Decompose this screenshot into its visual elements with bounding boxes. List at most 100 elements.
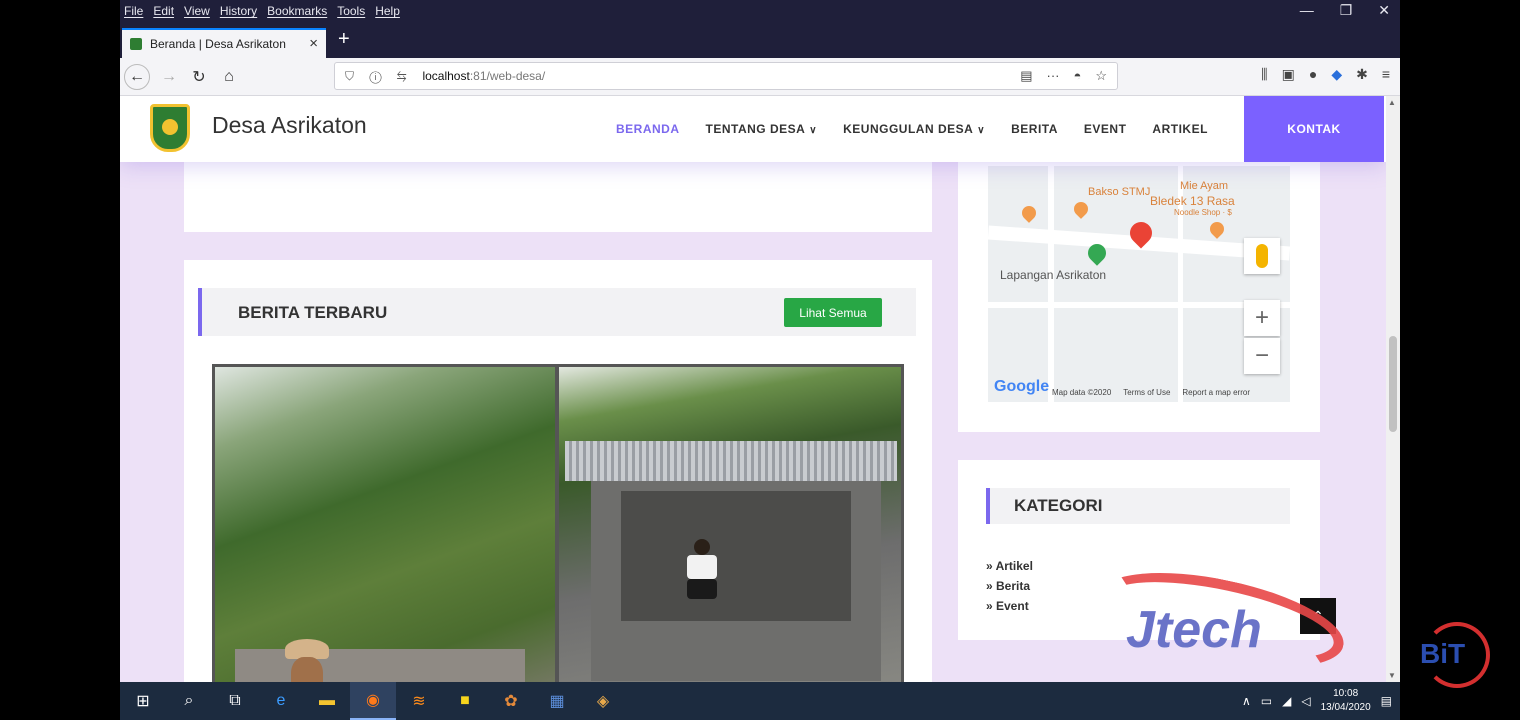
menu-file[interactable]: File <box>124 4 143 18</box>
toolbar-right: ⫼ ▣ ● ◆ ✱ ≡ <box>1261 66 1390 83</box>
village-logo[interactable] <box>150 104 190 152</box>
menu-help[interactable]: Help <box>375 4 400 18</box>
windows-start-icon[interactable]: ⊞ <box>120 682 166 720</box>
nav-keunggulan-desa[interactable]: KEUNGGULAN DESA ∨ <box>843 122 985 136</box>
battery-icon[interactable]: ▭ <box>1261 694 1272 708</box>
map-footer: Map data ©2020 Terms of Use Report a map… <box>1052 388 1250 397</box>
scroll-up-icon[interactable]: ▲ <box>1388 98 1396 107</box>
nav-berita[interactable]: BERITA <box>1011 122 1058 136</box>
file-explorer-icon[interactable]: ▬ <box>304 682 350 720</box>
sidebar-icon[interactable]: ▣ <box>1282 66 1295 83</box>
category-item-event[interactable]: » Event <box>986 596 1033 616</box>
reload-icon[interactable]: ↻ <box>186 64 212 90</box>
google-logo[interactable]: Google <box>994 378 1049 396</box>
chevron-down-icon: ∨ <box>977 125 986 136</box>
back-icon[interactable]: ← <box>124 64 150 90</box>
edge-icon[interactable]: e <box>258 682 304 720</box>
page-scrollbar[interactable]: ▲ ▼ <box>1386 96 1400 682</box>
scroll-down-icon[interactable]: ▼ <box>1388 671 1396 680</box>
tray-expand-icon[interactable]: ∧ <box>1242 694 1251 708</box>
taskbar: ⊞ ⌕ ⧉ e ▬ ◉ ≋ ■ ✿ ▦ ◈ ∧ ▭ ◢ ◁ 10:08 13/0… <box>120 682 1400 720</box>
nav-beranda[interactable]: BERANDA <box>616 122 680 136</box>
word-icon[interactable]: ▦ <box>534 682 580 720</box>
menu-bar: File Edit View History Bookmarks Tools H… <box>120 0 1400 22</box>
pegman-icon[interactable] <box>1244 238 1280 274</box>
photo-face <box>291 657 323 682</box>
terms-of-use-link[interactable]: Terms of Use <box>1123 388 1170 397</box>
restaurant-pin-icon[interactable] <box>1019 203 1039 223</box>
page-viewport: Desa Asrikaton BERANDA TENTANG DESA ∨ KEU… <box>120 96 1386 682</box>
volume-icon[interactable]: ◁ <box>1301 694 1310 708</box>
see-all-button[interactable]: Lihat Semua <box>784 298 882 327</box>
tab-close-icon[interactable]: × <box>309 35 318 52</box>
extension-icon[interactable]: ◆ <box>1331 66 1342 83</box>
nav-artikel[interactable]: ARTIKEL <box>1152 122 1208 136</box>
search-icon[interactable]: ⌕ <box>166 682 212 720</box>
photo-hut <box>591 481 881 681</box>
photo-wall <box>235 649 525 682</box>
nav-event[interactable]: EVENT <box>1084 122 1127 136</box>
google-map[interactable]: Bakso STMJ Mie Ayam Bledek 13 Rasa Noodl… <box>988 166 1290 402</box>
bookmark-star-icon[interactable]: ☆ <box>1095 68 1107 84</box>
jtech-wordmark: Jtech <box>1126 601 1262 659</box>
site-title[interactable]: Desa Asrikaton <box>212 112 367 139</box>
forward-icon[interactable]: → <box>156 64 182 90</box>
menu-edit[interactable]: Edit <box>153 4 174 18</box>
map-label-bledek: Bledek 13 Rasa <box>1150 194 1235 208</box>
nav-tentang-desa[interactable]: TENTANG DESA ∨ <box>706 122 818 136</box>
hamburger-menu-icon[interactable]: ≡ <box>1382 66 1390 83</box>
menu-tools[interactable]: Tools <box>337 4 365 18</box>
clock[interactable]: 10:08 13/04/2020 <box>1321 687 1371 715</box>
url-bar[interactable]: ⛉ ⓘ ⇆ localhost:81/web-desa/ ▤ ··· ◓ ☆ <box>334 62 1118 90</box>
task-view-icon[interactable]: ⧉ <box>212 682 258 720</box>
nav-keunggulan-desa-label: KEUNGGULAN DESA <box>843 122 974 136</box>
app-icon[interactable]: ◈ <box>580 682 626 720</box>
category-item-berita[interactable]: » Berita <box>986 576 1033 596</box>
page-actions-icon[interactable]: ··· <box>1046 68 1059 84</box>
menu-bookmarks[interactable]: Bookmarks <box>267 4 327 18</box>
addons-icon[interactable]: ✱ <box>1356 66 1368 83</box>
maximize-button[interactable]: ❐ <box>1340 2 1353 19</box>
zoom-out-button[interactable]: − <box>1244 338 1280 374</box>
firefox-icon[interactable]: ◉ <box>350 682 396 720</box>
map-label-lapangan: Lapangan Asrikaton <box>1000 268 1107 282</box>
new-tab-button[interactable]: + <box>338 28 350 51</box>
sticky-notes-icon[interactable]: ■ <box>442 682 488 720</box>
library-icon[interactable]: ⫼ <box>1261 66 1267 83</box>
home-icon[interactable]: ⌂ <box>216 64 242 90</box>
news-section-title: BERITA TERBARU <box>238 303 388 322</box>
restaurant-pin-icon[interactable] <box>1071 199 1091 219</box>
menu-history[interactable]: History <box>220 4 257 18</box>
network-icon[interactable]: ◢ <box>1282 694 1291 708</box>
report-map-error-link[interactable]: Report a map error <box>1182 388 1250 397</box>
map-label-mie: Mie Ayam <box>1180 180 1229 192</box>
chevron-down-icon: ∨ <box>809 125 818 136</box>
category-item-artikel[interactable]: » Artikel <box>986 556 1033 576</box>
url-host: localhost <box>422 69 470 83</box>
minimize-button[interactable]: — <box>1300 2 1314 19</box>
category-header: KATEGORI <box>986 488 1290 524</box>
jtech-watermark: Jtech <box>1090 554 1356 682</box>
site-info-icon[interactable]: ⛉ ⓘ ⇆ <box>345 69 412 84</box>
zoom-in-button[interactable]: + <box>1244 300 1280 336</box>
news-card: BERITA TERBARU Lihat Semua <box>184 260 932 682</box>
notification-icon[interactable]: ▤ <box>1381 694 1392 708</box>
reader-view-icon[interactable]: ▤ <box>1020 68 1032 84</box>
tab-bar: Beranda | Desa Asrikaton × + <box>120 22 1400 58</box>
pocket-icon[interactable]: ◓ <box>1073 68 1081 84</box>
paint-icon[interactable]: ✿ <box>488 682 534 720</box>
tab-title: Beranda | Desa Asrikaton <box>150 37 286 51</box>
tab-beranda[interactable]: Beranda | Desa Asrikaton × <box>122 28 326 58</box>
kontak-button[interactable]: KONTAK <box>1244 96 1384 162</box>
close-window-button[interactable]: ✕ <box>1378 2 1390 19</box>
url-actions: ▤ ··· ◓ ☆ <box>1020 68 1107 84</box>
navigation-bar: ← → ↻ ⌂ ⛉ ⓘ ⇆ localhost:81/web-desa/ ▤ ·… <box>120 58 1400 96</box>
restaurant-pin-icon[interactable] <box>1207 219 1227 239</box>
photo-person <box>687 539 717 599</box>
account-icon[interactable]: ● <box>1309 66 1317 83</box>
scrollbar-thumb[interactable] <box>1389 336 1397 432</box>
sublime-icon[interactable]: ≋ <box>396 682 442 720</box>
photo-roof <box>565 441 897 481</box>
news-photo[interactable] <box>212 364 904 682</box>
menu-view[interactable]: View <box>184 4 210 18</box>
